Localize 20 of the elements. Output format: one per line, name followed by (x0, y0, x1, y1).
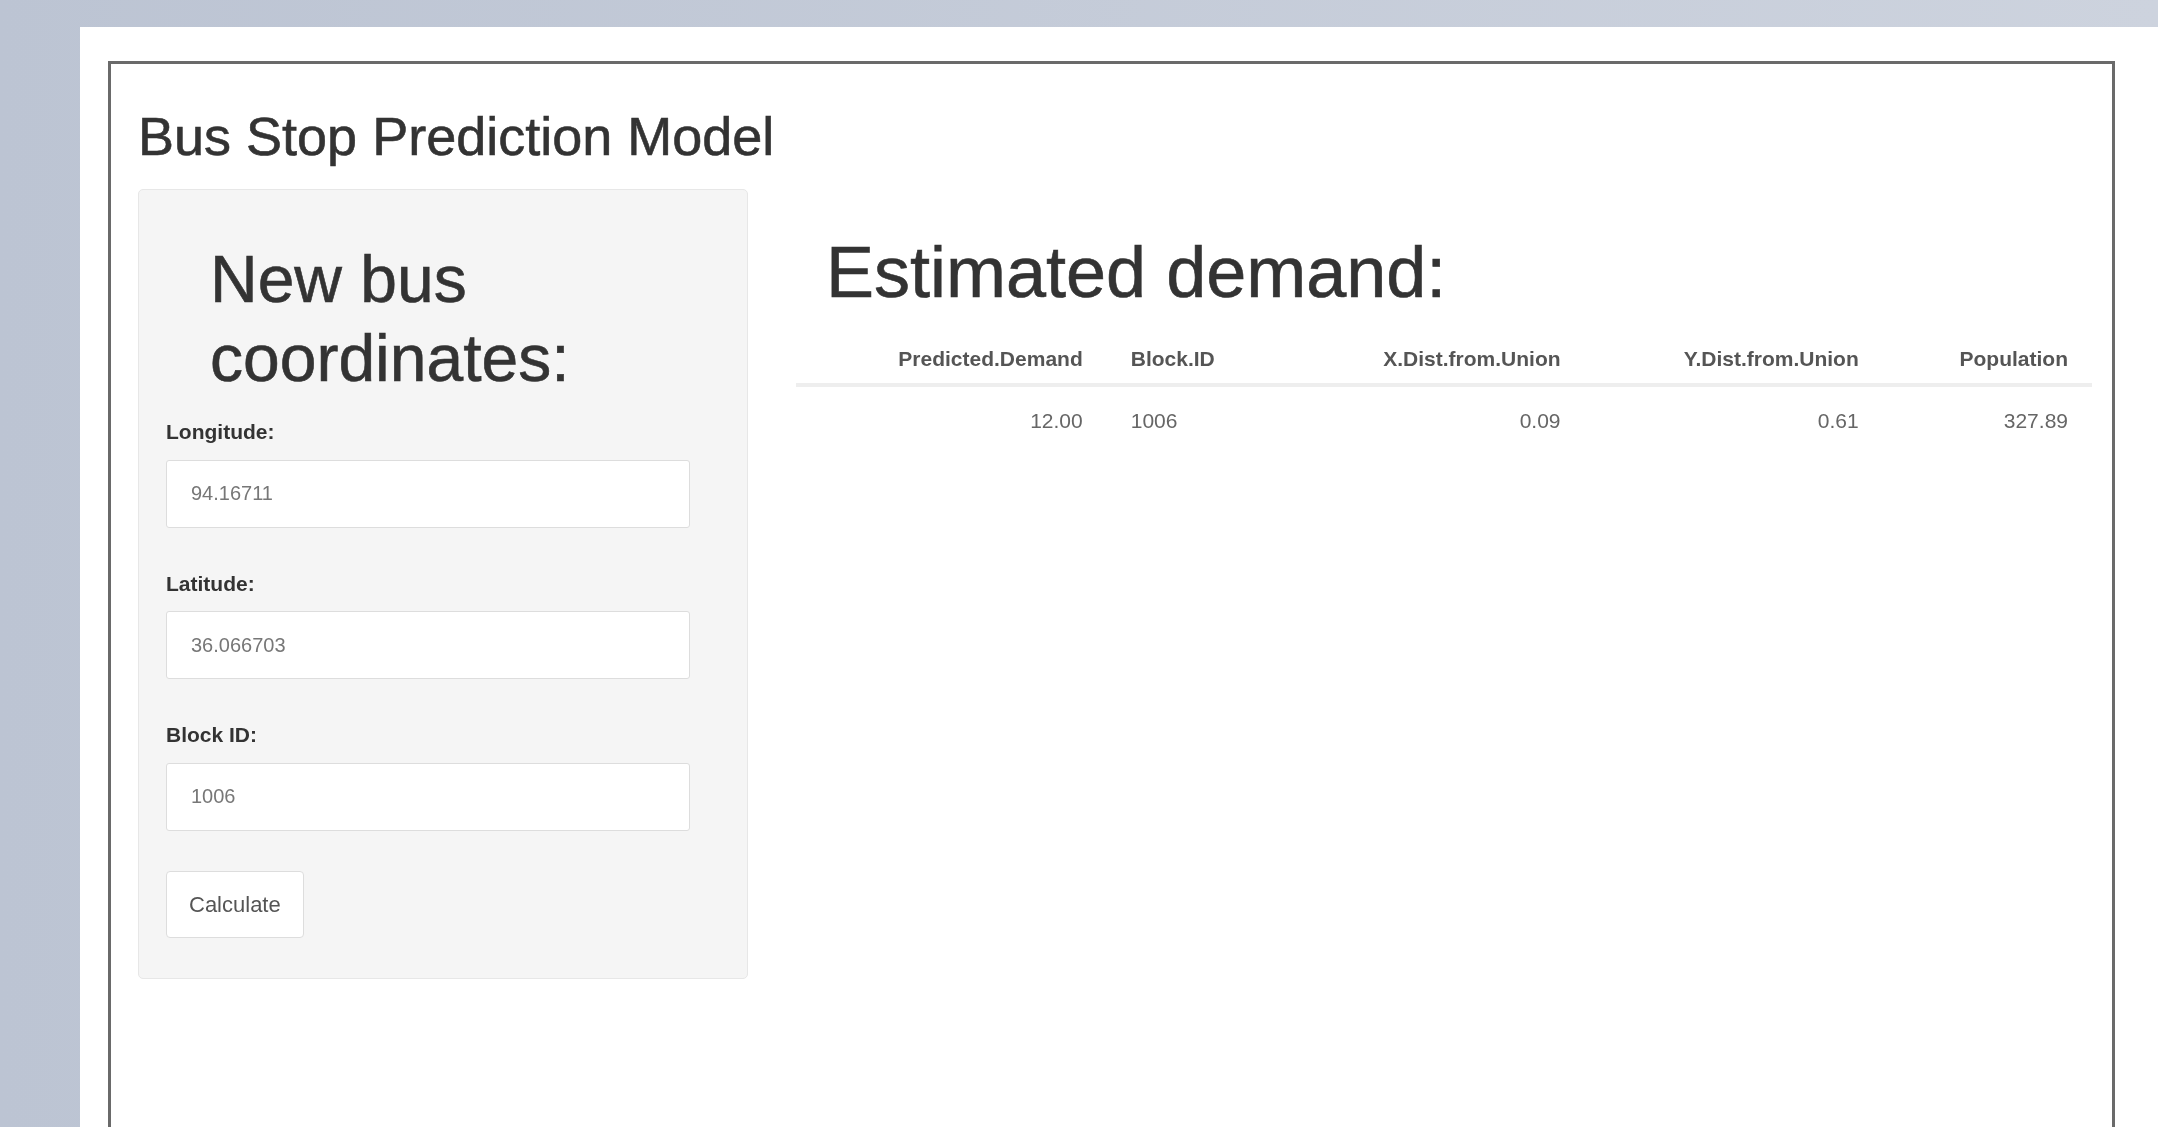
field-label: Block ID: (166, 722, 258, 749)
page-title: Bus Stop Prediction Model (138, 105, 776, 168)
field-label: Latitude: (166, 570, 256, 597)
sidebar-heading: New bus coordinates: (209, 240, 571, 397)
column-header: Block.ID (1106, 335, 1284, 385)
input-field[interactable]: 36.066703 (166, 611, 690, 680)
input-field[interactable]: 1006 (166, 762, 690, 831)
table-cell: 0.61 (1584, 384, 1883, 455)
column-header: X.Dist.from.Union (1283, 335, 1585, 385)
section-heading: Estimated demand: (826, 230, 1448, 314)
calculate-button[interactable]: Calculate (166, 870, 304, 938)
column-header: Population (1882, 335, 2092, 385)
table-cell: 327.89 (1882, 384, 2092, 455)
column-header: Predicted.Demand (796, 335, 1107, 385)
field-label: Longitude: (166, 419, 276, 446)
table-cell: 12.00 (796, 384, 1107, 455)
column-header: Y.Dist.from.Union (1584, 335, 1883, 385)
table-cell: 1006 (1106, 384, 1284, 455)
table-cell: 0.09 (1283, 384, 1585, 455)
input-field[interactable]: 94.16711 (166, 459, 690, 528)
